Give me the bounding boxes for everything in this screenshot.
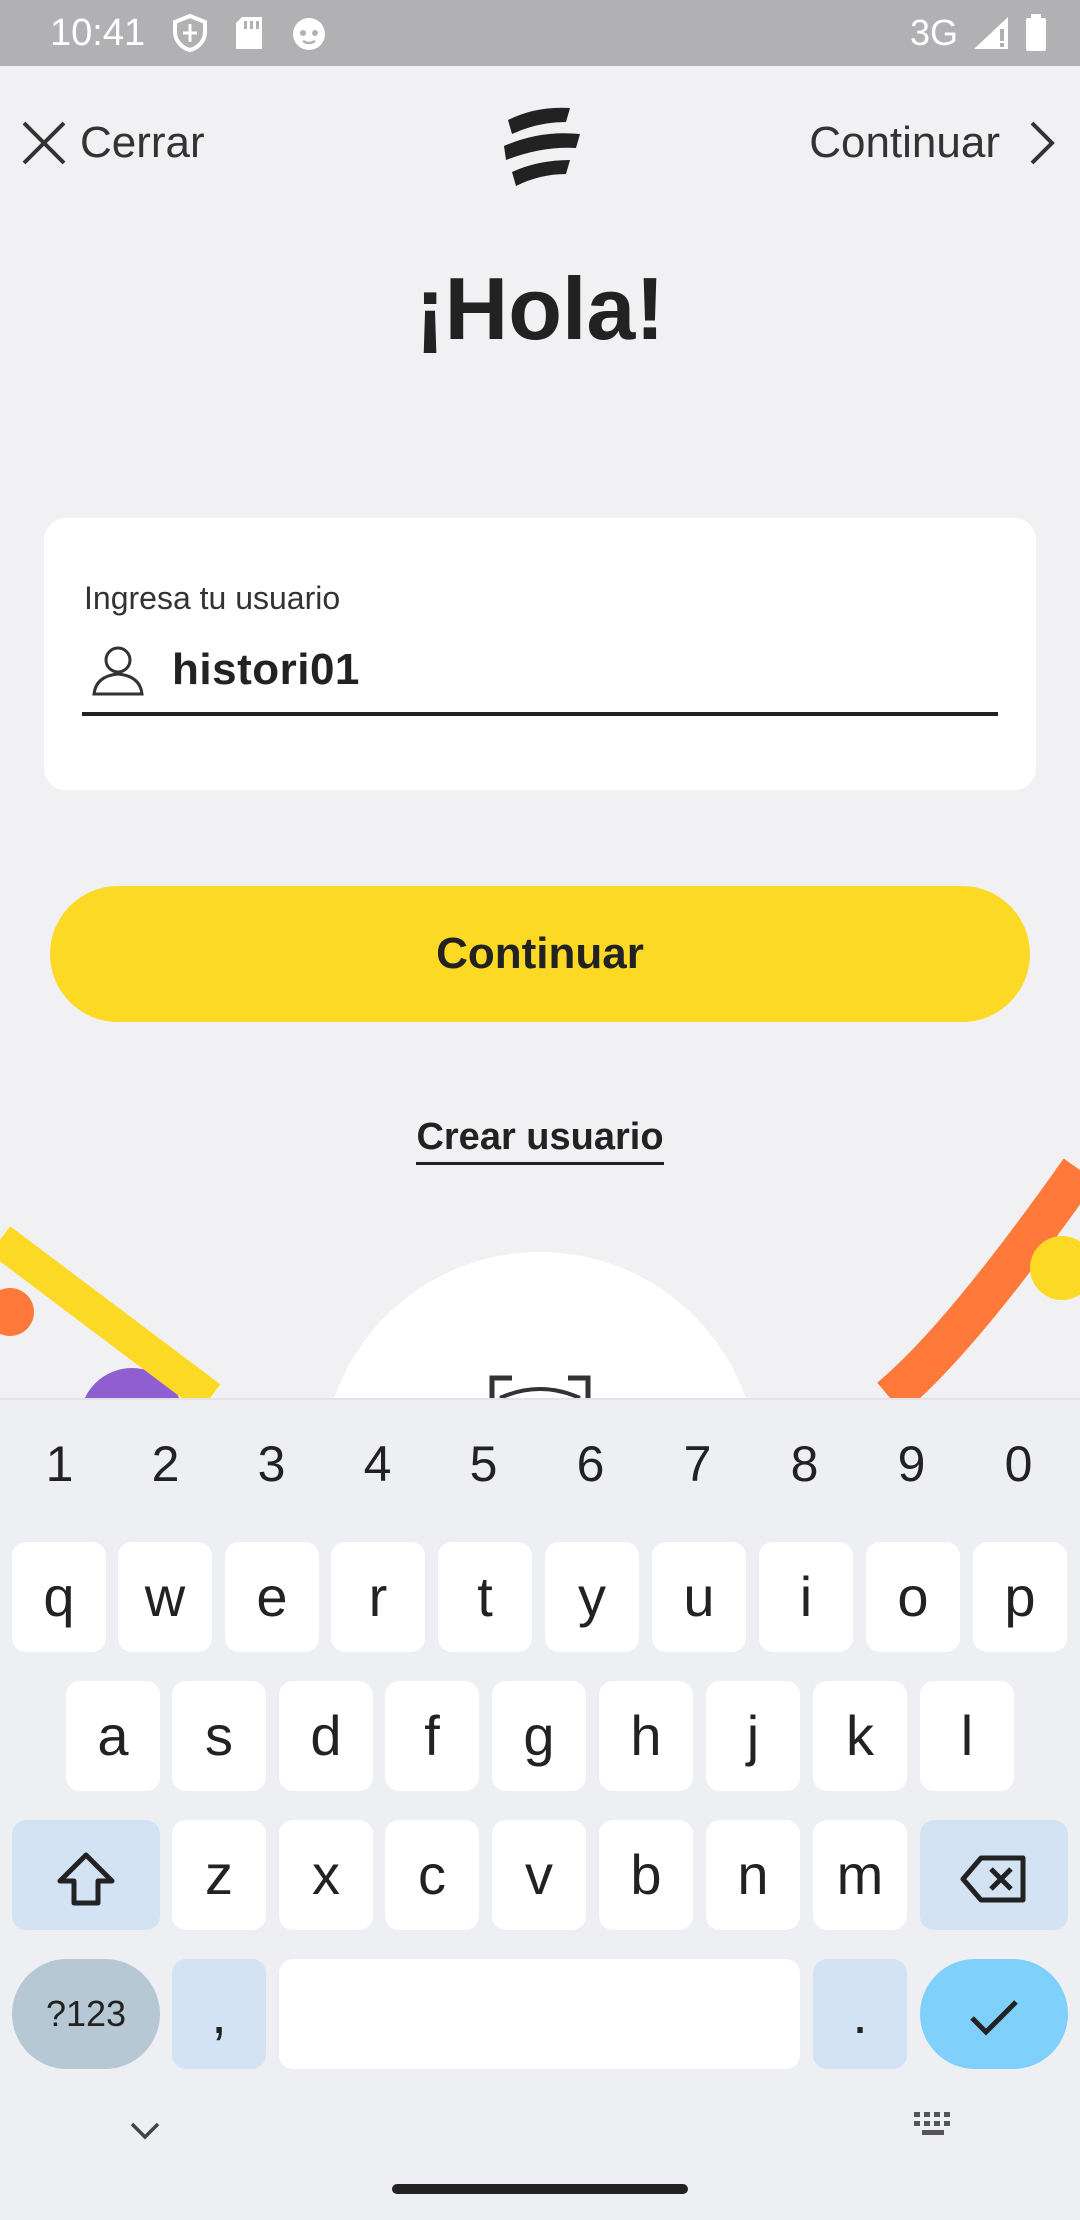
status-notification-icons bbox=[172, 14, 328, 52]
decorative-illustration bbox=[0, 1158, 1080, 1398]
period-key[interactable]: . bbox=[813, 1959, 907, 2069]
key-t[interactable]: t bbox=[438, 1542, 532, 1652]
key-0[interactable]: 0 bbox=[965, 1424, 1072, 1504]
key-i[interactable]: i bbox=[759, 1542, 853, 1652]
backspace-icon bbox=[960, 1855, 1026, 1903]
page-title: ¡Hola! bbox=[415, 259, 665, 358]
continue-button[interactable]: Continuar bbox=[50, 886, 1030, 1022]
username-field[interactable]: histori01 bbox=[82, 628, 998, 716]
user-icon bbox=[92, 646, 144, 696]
shield-icon bbox=[173, 14, 207, 52]
key-y[interactable]: y bbox=[545, 1542, 639, 1652]
key-v[interactable]: v bbox=[492, 1820, 586, 1930]
key-h[interactable]: h bbox=[599, 1681, 693, 1791]
key-4[interactable]: 4 bbox=[324, 1424, 431, 1504]
network-type: 3G bbox=[909, 12, 958, 53]
shift-icon bbox=[57, 1852, 115, 1906]
key-8[interactable]: 8 bbox=[751, 1424, 858, 1504]
key-p[interactable]: p bbox=[973, 1542, 1067, 1652]
username-value: histori01 bbox=[172, 645, 360, 694]
keyboard-number-row: 1 2 3 4 5 6 7 8 9 0 bbox=[0, 1424, 1080, 1504]
key-1[interactable]: 1 bbox=[6, 1424, 113, 1504]
key-2[interactable]: 2 bbox=[112, 1424, 219, 1504]
key-9[interactable]: 9 bbox=[858, 1424, 965, 1504]
key-a[interactable]: a bbox=[66, 1681, 160, 1791]
key-k[interactable]: k bbox=[813, 1681, 907, 1791]
status-system-icons: 3G bbox=[910, 12, 1048, 54]
key-3[interactable]: 3 bbox=[218, 1424, 325, 1504]
key-x[interactable]: x bbox=[279, 1820, 373, 1930]
symbols-key[interactable]: ?123 bbox=[12, 1959, 160, 2069]
signal-icon bbox=[974, 17, 1008, 49]
key-u[interactable]: u bbox=[652, 1542, 746, 1652]
space-key[interactable] bbox=[279, 1959, 800, 2069]
key-d[interactable]: d bbox=[279, 1681, 373, 1791]
enter-key[interactable] bbox=[920, 1959, 1068, 2069]
key-r[interactable]: r bbox=[331, 1542, 425, 1652]
key-n[interactable]: n bbox=[706, 1820, 800, 1930]
backspace-key[interactable] bbox=[920, 1820, 1068, 1930]
key-q[interactable]: q bbox=[12, 1542, 106, 1652]
key-6[interactable]: 6 bbox=[537, 1424, 644, 1504]
shift-key[interactable] bbox=[12, 1820, 160, 1930]
status-time: 10:41 bbox=[50, 12, 146, 54]
key-l[interactable]: l bbox=[920, 1681, 1014, 1791]
continue-link-label: Continuar bbox=[809, 118, 1000, 167]
status-bar: 10:41 3G bbox=[0, 0, 1080, 66]
system-navigation-bar bbox=[0, 2110, 1080, 2220]
key-f[interactable]: f bbox=[385, 1681, 479, 1791]
comma-key[interactable]: , bbox=[172, 1959, 266, 2069]
brand-logo bbox=[504, 107, 580, 186]
key-b[interactable]: b bbox=[599, 1820, 693, 1930]
key-e[interactable]: e bbox=[225, 1542, 319, 1652]
home-gesture-bar[interactable] bbox=[392, 2184, 688, 2194]
continue-link[interactable]: Continuar bbox=[809, 118, 1056, 168]
chevron-right-icon bbox=[1030, 121, 1055, 165]
key-j[interactable]: j bbox=[706, 1681, 800, 1791]
key-o[interactable]: o bbox=[866, 1542, 960, 1652]
soft-keyboard: 1 2 3 4 5 6 7 8 9 0 q w e r t y u i o p … bbox=[0, 1398, 1080, 2220]
login-card: Ingresa tu usuario histori01 bbox=[44, 518, 1036, 790]
chevron-down-icon[interactable] bbox=[128, 2120, 162, 2142]
checkmark-icon bbox=[970, 2000, 1018, 2036]
key-s[interactable]: s bbox=[172, 1681, 266, 1791]
battery-icon bbox=[1026, 14, 1046, 51]
key-z[interactable]: z bbox=[172, 1820, 266, 1930]
key-5[interactable]: 5 bbox=[430, 1424, 537, 1504]
cat-face-icon bbox=[293, 18, 325, 50]
key-c[interactable]: c bbox=[385, 1820, 479, 1930]
key-g[interactable]: g bbox=[492, 1681, 586, 1791]
close-label: Cerrar bbox=[80, 118, 205, 167]
close-button[interactable]: Cerrar bbox=[20, 118, 205, 168]
key-w[interactable]: w bbox=[118, 1542, 212, 1652]
top-navigation: Cerrar Continuar bbox=[0, 100, 1080, 190]
close-icon bbox=[22, 121, 66, 165]
keyboard-icon[interactable] bbox=[912, 2110, 956, 2144]
key-m[interactable]: m bbox=[813, 1820, 907, 1930]
username-label: Ingresa tu usuario bbox=[84, 580, 341, 616]
sd-card-icon bbox=[236, 17, 262, 49]
key-7[interactable]: 7 bbox=[644, 1424, 751, 1504]
